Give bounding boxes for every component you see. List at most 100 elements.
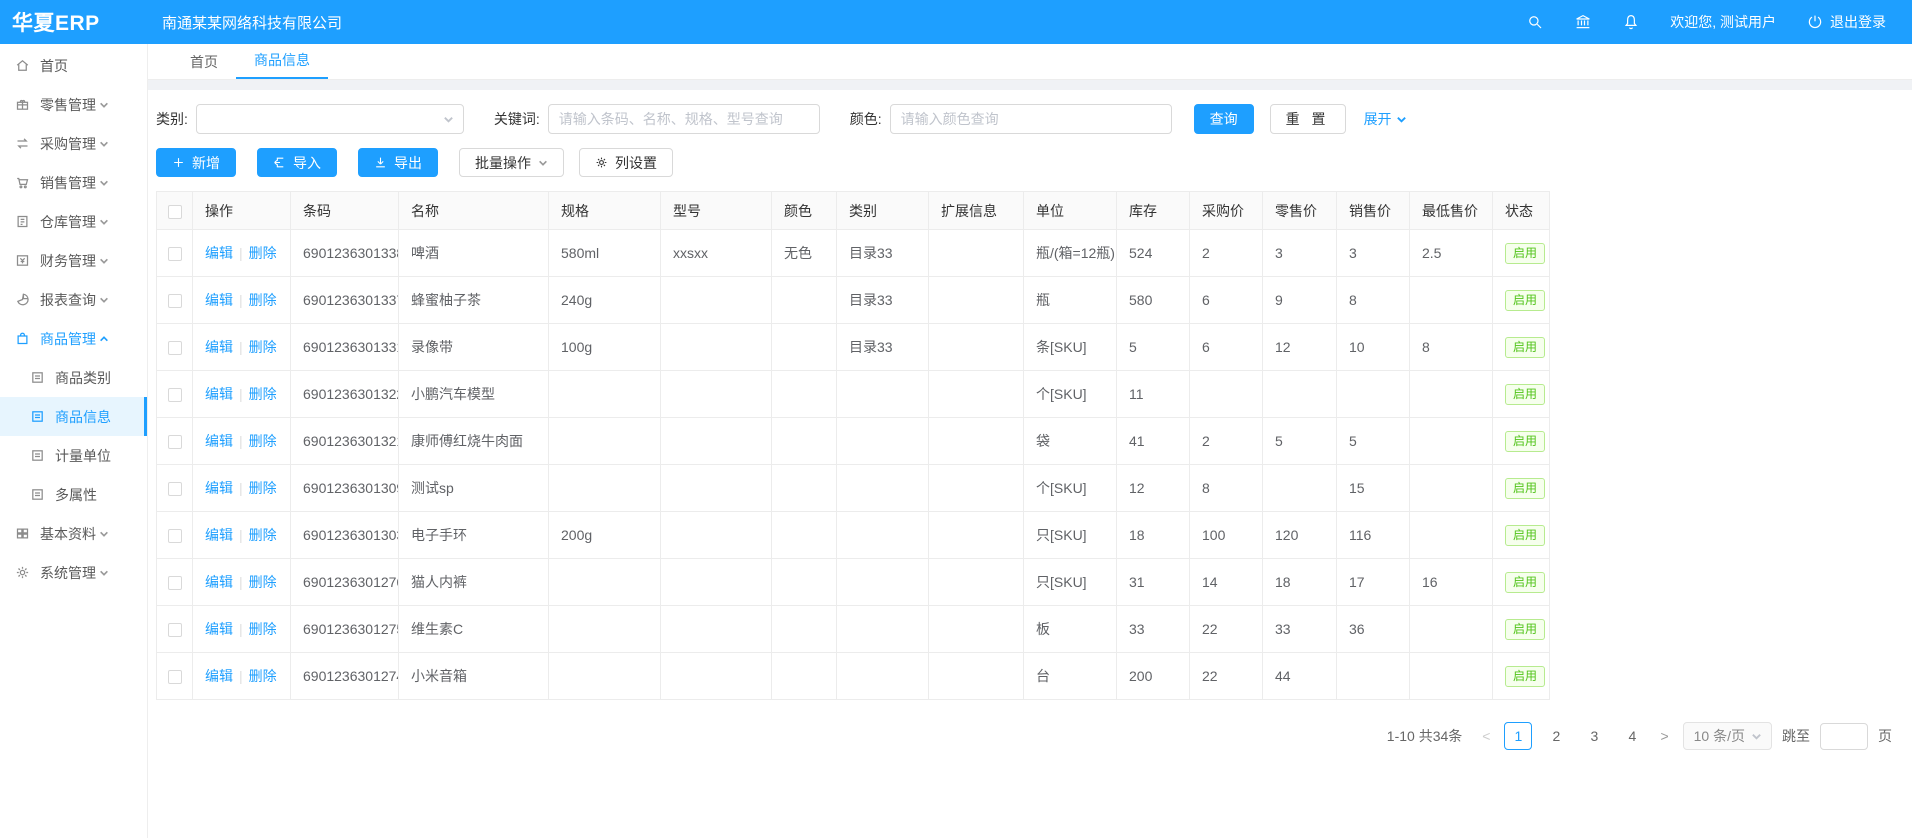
import-icon	[273, 156, 286, 169]
column-settings-button[interactable]: 列设置	[579, 148, 673, 177]
page-button-2[interactable]: 2	[1542, 722, 1570, 750]
sidebar-item-product-category[interactable]: 商品类别	[0, 358, 147, 397]
chevron-up-icon	[99, 334, 109, 344]
chevron-down-icon	[99, 217, 109, 227]
grid-icon	[15, 526, 30, 541]
sidebar-item-product-info[interactable]: 商品信息	[0, 397, 147, 436]
sidebar-item-sales[interactable]: 销售管理	[0, 163, 147, 202]
tab-home[interactable]: 首页	[172, 46, 236, 79]
row-checkbox[interactable]	[168, 529, 182, 543]
warehouse-icon	[15, 214, 30, 229]
column-header: 类别	[837, 192, 929, 230]
sidebar-item-home[interactable]: 首页	[0, 46, 147, 85]
select-all-checkbox[interactable]	[168, 205, 182, 219]
cell-stock: 524	[1117, 230, 1190, 277]
cell-model	[661, 559, 772, 606]
search-icon[interactable]	[1526, 13, 1544, 31]
delete-link[interactable]: 删除	[249, 527, 277, 543]
edit-link[interactable]: 编辑	[205, 480, 233, 496]
cell-sale: 17	[1337, 559, 1410, 606]
batch-actions-button[interactable]: 批量操作	[459, 148, 564, 177]
category-select[interactable]	[196, 104, 464, 134]
next-page-button[interactable]: >	[1656, 728, 1672, 744]
delete-link[interactable]: 删除	[249, 480, 277, 496]
row-checkbox[interactable]	[168, 341, 182, 355]
expand-link[interactable]: 展开	[1364, 109, 1407, 129]
logout-button[interactable]: 退出登录	[1806, 12, 1886, 32]
prev-page-button[interactable]: <	[1478, 728, 1494, 744]
row-checkbox[interactable]	[168, 435, 182, 449]
cell-spec: 100g	[549, 324, 661, 371]
cell-ext	[929, 324, 1024, 371]
cell-color	[772, 324, 837, 371]
edit-link[interactable]: 编辑	[205, 574, 233, 590]
edit-link[interactable]: 编辑	[205, 668, 233, 684]
jump-page-input[interactable]	[1820, 723, 1868, 750]
cell-category: 目录33	[837, 230, 929, 277]
row-checkbox[interactable]	[168, 576, 182, 590]
table-row: 编辑|删除6901236301331录像带100g目录33条[SKU]56121…	[157, 324, 1550, 371]
delete-link[interactable]: 删除	[249, 574, 277, 590]
edit-link[interactable]: 编辑	[205, 386, 233, 402]
cell-unit: 只[SKU]	[1024, 559, 1117, 606]
edit-link[interactable]: 编辑	[205, 245, 233, 261]
row-checkbox[interactable]	[168, 482, 182, 496]
delete-link[interactable]: 删除	[249, 386, 277, 402]
sidebar-item-warehouse[interactable]: 仓库管理	[0, 202, 147, 241]
chevron-down-icon	[538, 158, 548, 168]
notification-bell-icon[interactable]	[1622, 13, 1640, 31]
cell-purchase: 14	[1190, 559, 1263, 606]
sidebar-item-retail[interactable]: 零售管理	[0, 85, 147, 124]
reset-button[interactable]: 重 置	[1270, 104, 1346, 134]
page-button-3[interactable]: 3	[1580, 722, 1608, 750]
export-button[interactable]: 导出	[358, 148, 438, 177]
sidebar-item-multi-attribute[interactable]: 多属性	[0, 475, 147, 514]
row-checkbox[interactable]	[168, 388, 182, 402]
delete-link[interactable]: 删除	[249, 339, 277, 355]
cell-ext	[929, 606, 1024, 653]
row-checkbox[interactable]	[168, 623, 182, 637]
search-button[interactable]: 查询	[1194, 104, 1254, 134]
page-button-1[interactable]: 1	[1504, 722, 1532, 750]
sidebar-item-measure-unit[interactable]: 计量单位	[0, 436, 147, 475]
sidebar-item-system[interactable]: 系统管理	[0, 553, 147, 592]
tenant-bank-icon[interactable]	[1574, 13, 1592, 31]
color-input[interactable]	[890, 104, 1172, 134]
row-actions: 编辑|删除	[193, 653, 291, 700]
sidebar-item-purchase[interactable]: 采购管理	[0, 124, 147, 163]
tab-product-info[interactable]: 商品信息	[236, 44, 328, 79]
delete-link[interactable]: 删除	[249, 245, 277, 261]
delete-link[interactable]: 删除	[249, 621, 277, 637]
plus-icon	[172, 156, 185, 169]
add-button[interactable]: 新增	[156, 148, 236, 177]
edit-link[interactable]: 编辑	[205, 433, 233, 449]
document-icon	[30, 370, 45, 385]
delete-link[interactable]: 删除	[249, 433, 277, 449]
row-checkbox[interactable]	[168, 294, 182, 308]
cell-model	[661, 277, 772, 324]
edit-link[interactable]: 编辑	[205, 527, 233, 543]
cell-category	[837, 606, 929, 653]
row-checkbox[interactable]	[168, 670, 182, 684]
cell-barcode: 6901236301338	[291, 230, 399, 277]
product-info-panel: 类别: 关键词: 颜色: 查询 重 置 展开 新增 导入	[148, 90, 1912, 750]
sidebar-item-reports[interactable]: 报表查询	[0, 280, 147, 319]
sidebar-item-product-management[interactable]: 商品管理	[0, 319, 147, 358]
page-size-select[interactable]: 10 条/页	[1683, 722, 1772, 750]
row-actions: 编辑|删除	[193, 277, 291, 324]
delete-link[interactable]: 删除	[249, 668, 277, 684]
edit-link[interactable]: 编辑	[205, 339, 233, 355]
import-button[interactable]: 导入	[257, 148, 337, 177]
row-checkbox[interactable]	[168, 247, 182, 261]
sidebar-item-finance[interactable]: 财务管理	[0, 241, 147, 280]
page-button-4[interactable]: 4	[1618, 722, 1646, 750]
edit-link[interactable]: 编辑	[205, 292, 233, 308]
delete-link[interactable]: 删除	[249, 292, 277, 308]
cell-category	[837, 371, 929, 418]
edit-link[interactable]: 编辑	[205, 621, 233, 637]
cell-category	[837, 559, 929, 606]
keyword-input[interactable]	[548, 104, 820, 134]
cell-ext	[929, 418, 1024, 465]
cell-unit: 板	[1024, 606, 1117, 653]
sidebar-item-basic-data[interactable]: 基本资料	[0, 514, 147, 553]
